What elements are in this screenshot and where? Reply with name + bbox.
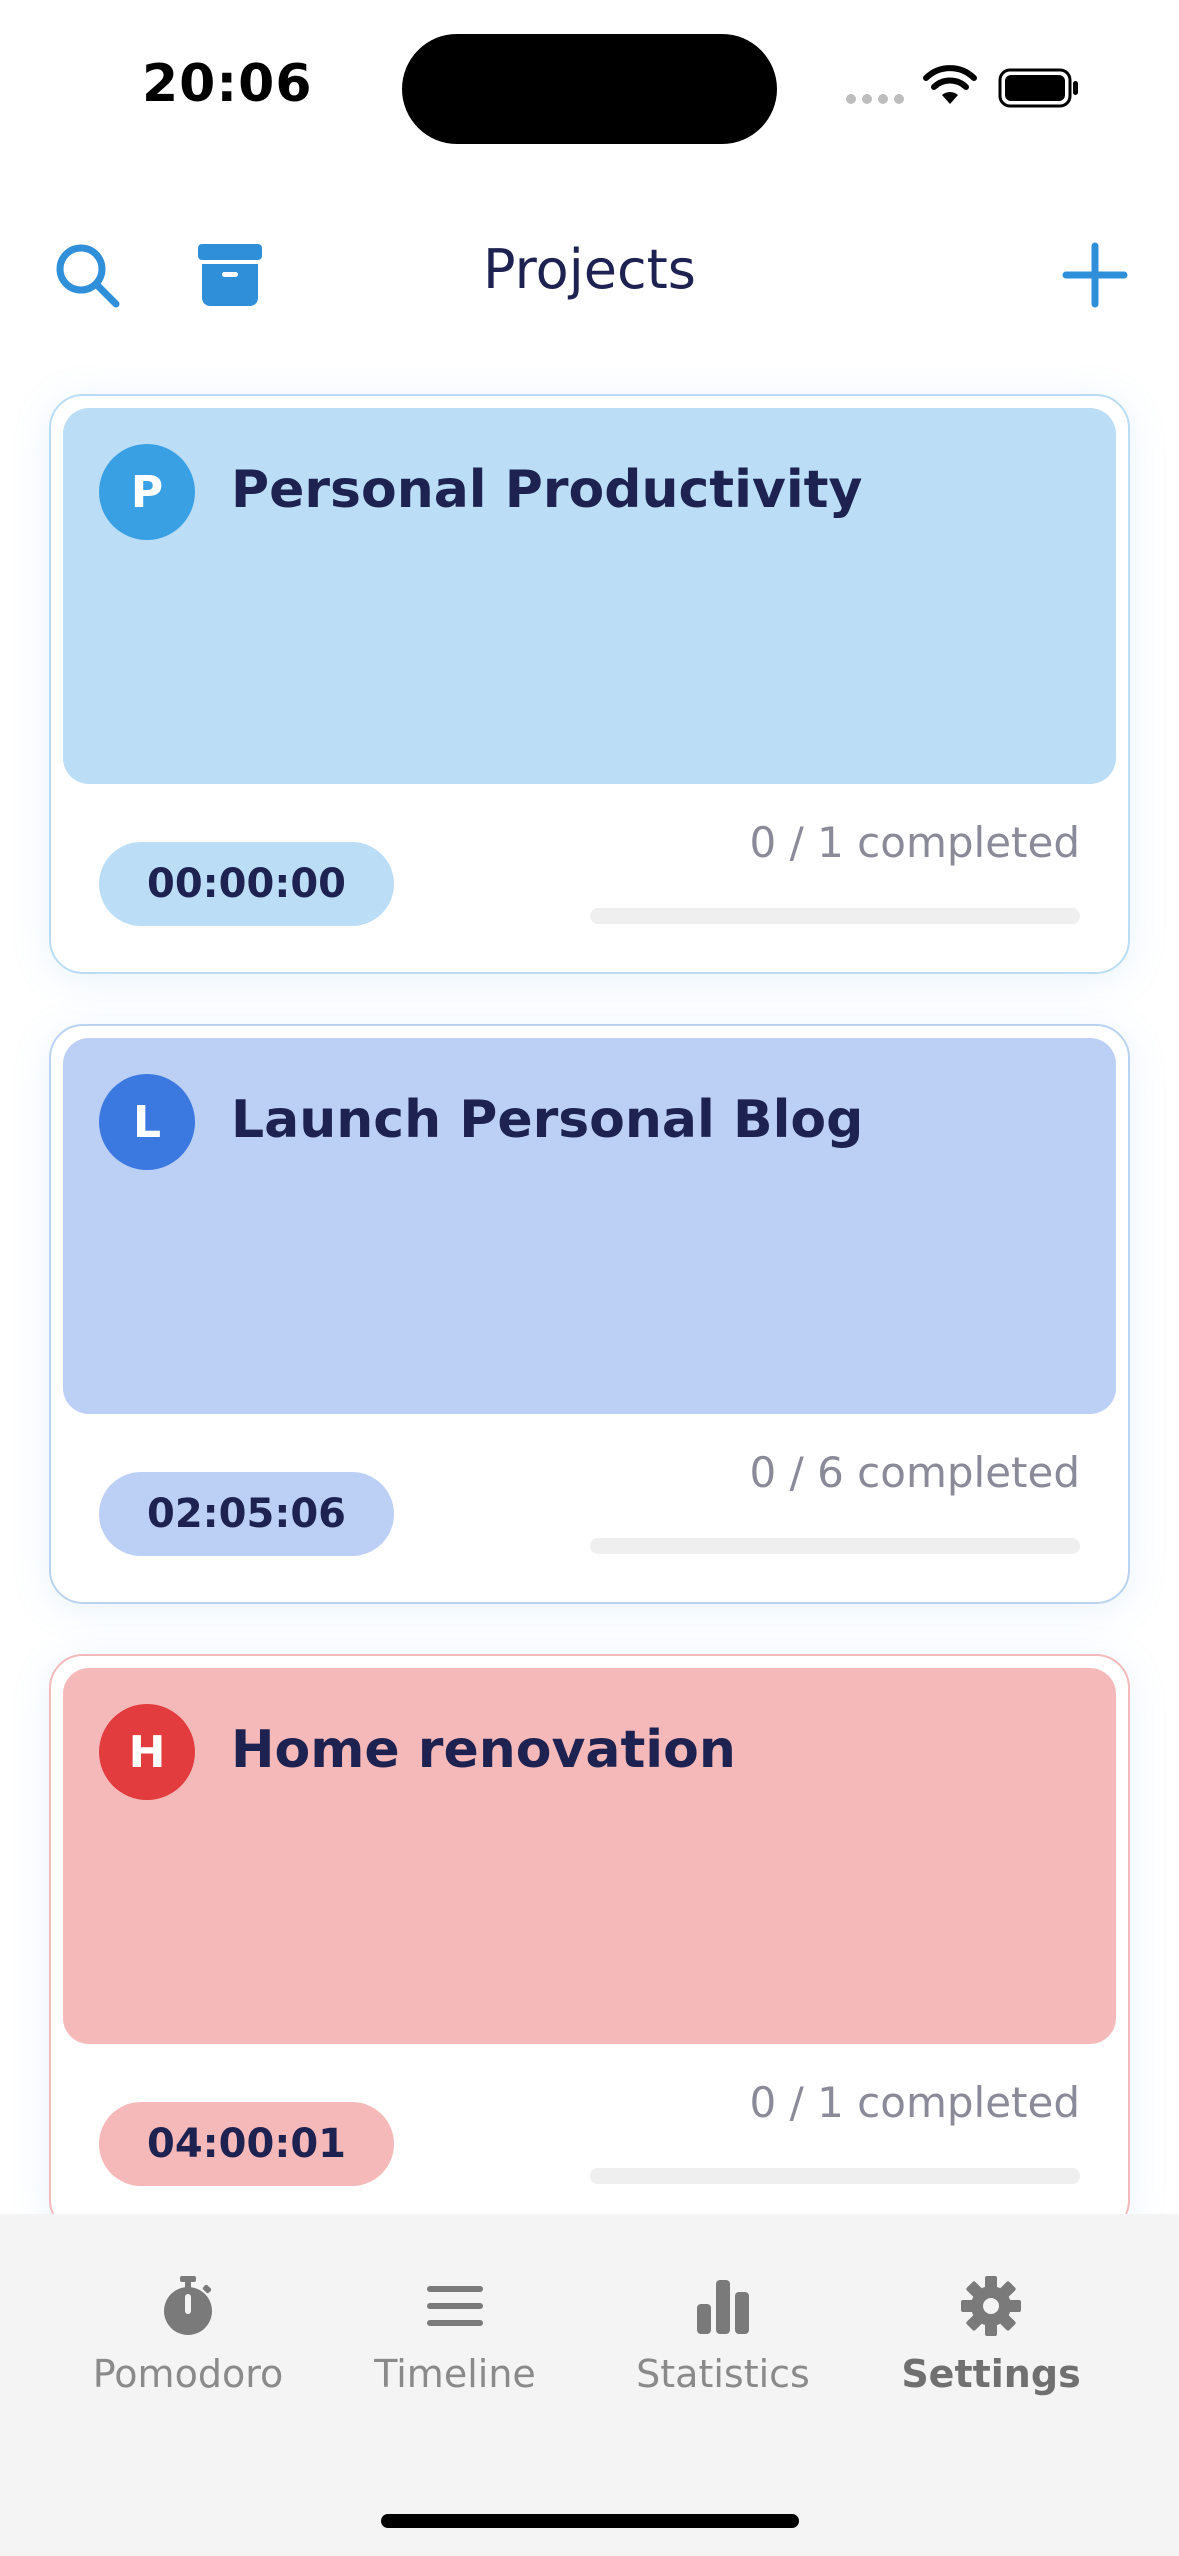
list-icon	[427, 2286, 483, 2326]
tab-label: Settings	[901, 2352, 1081, 2396]
project-name: Personal Productivity	[231, 460, 863, 520]
dynamic-island	[402, 34, 777, 144]
tab-bar: Pomodoro Timeline Statistics Settings	[0, 2214, 1179, 2556]
project-timer: 00:00:00	[99, 842, 394, 926]
project-progress-bar	[590, 908, 1080, 924]
home-indicator	[381, 2514, 799, 2528]
project-card-header: H Home renovation	[63, 1668, 1116, 2044]
project-card[interactable]: P Personal Productivity 00:00:00 0 / 1 c…	[49, 394, 1130, 974]
project-name: Home renovation	[231, 1720, 736, 1780]
project-avatar: P	[99, 444, 195, 540]
project-card[interactable]: L Launch Personal Blog 02:05:06 0 / 6 co…	[49, 1024, 1130, 1604]
project-progress-text: 0 / 6 completed	[749, 1448, 1080, 1497]
status-time: 20:06	[142, 54, 313, 114]
project-timer: 02:05:06	[99, 1472, 394, 1556]
add-project-icon[interactable]	[1062, 242, 1128, 308]
project-avatar: L	[99, 1074, 195, 1170]
wifi-icon	[923, 65, 977, 104]
project-progress-text: 0 / 1 completed	[749, 2078, 1080, 2127]
screen: 20:06 Projects P Personal Productivity 0…	[0, 0, 1179, 2556]
project-name: Launch Personal Blog	[231, 1090, 864, 1150]
project-progress-bar	[590, 1538, 1080, 1554]
project-avatar: H	[99, 1704, 195, 1800]
stopwatch-icon	[164, 2276, 212, 2335]
tab-settings[interactable]: Settings	[861, 2274, 1121, 2396]
project-card-header: P Personal Productivity	[63, 408, 1116, 784]
cellular-signal-icon	[846, 94, 904, 104]
tab-timeline[interactable]: Timeline	[325, 2274, 585, 2396]
tab-label: Timeline	[374, 2352, 536, 2396]
project-progress-text: 0 / 1 completed	[749, 818, 1080, 867]
bar-chart-icon	[697, 2280, 749, 2334]
battery-icon	[998, 68, 1078, 108]
tab-pomodoro[interactable]: Pomodoro	[58, 2274, 318, 2396]
project-card-header: L Launch Personal Blog	[63, 1038, 1116, 1414]
tab-label: Pomodoro	[92, 2352, 284, 2396]
project-timer: 04:00:01	[99, 2102, 394, 2186]
gear-icon	[961, 2276, 1021, 2336]
project-progress-bar	[590, 2168, 1080, 2184]
project-card[interactable]: H Home renovation 04:00:01 0 / 1 complet…	[49, 1654, 1130, 2234]
tab-label: Statistics	[636, 2352, 810, 2396]
page-title: Projects	[483, 238, 696, 301]
tab-statistics[interactable]: Statistics	[593, 2274, 853, 2396]
